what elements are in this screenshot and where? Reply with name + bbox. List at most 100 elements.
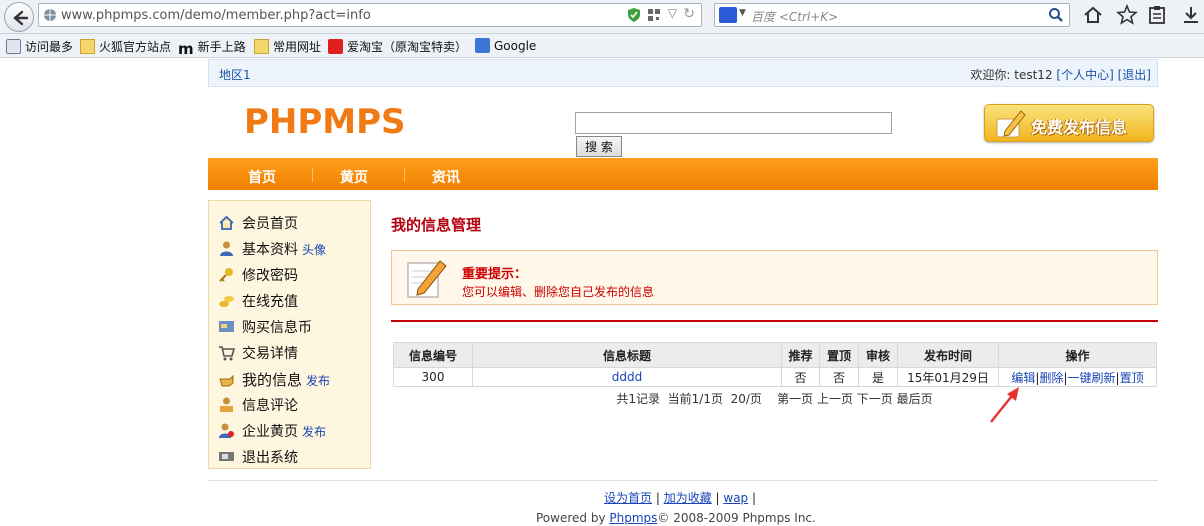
member-sidebar: 会员首页 基本资料 头像 修改密码 在线充值 购买信息币 交易详情 我的信息 发… [208, 200, 371, 469]
home-button-icon[interactable] [1082, 4, 1104, 26]
user-icon [218, 240, 235, 257]
exit-icon [218, 448, 235, 465]
company-icon [218, 422, 235, 439]
bookmark-taobao[interactable]: 爱淘宝（原淘宝特卖） [328, 38, 467, 54]
bookmark-star-icon[interactable] [1116, 4, 1138, 26]
notice-title: 重要提示： [462, 267, 528, 282]
browser-search-bar[interactable]: ▼ 百度 <Ctrl+K> [714, 3, 1070, 27]
cell-title: dddd [472, 367, 782, 387]
refresh-link[interactable]: 一键刷新 [1068, 371, 1116, 385]
publish-button-label: 免费发布信息 [1031, 118, 1128, 137]
page-title: 我的信息管理 [391, 216, 482, 234]
back-arrow-icon [13, 10, 29, 26]
col-recommend: 推荐 [781, 342, 820, 368]
home-icon [218, 214, 235, 231]
folder-icon [254, 39, 269, 54]
cart-icon [218, 344, 236, 361]
bookmark-google[interactable]: Google [475, 38, 536, 54]
personal-center-link[interactable]: [个人中心] [1056, 68, 1113, 82]
region-link[interactable]: 地区1 [219, 66, 251, 83]
edit-link[interactable]: 编辑 [1011, 371, 1035, 385]
baidu-icon[interactable] [719, 7, 737, 23]
card-icon [218, 318, 235, 335]
nav-yellow-pages[interactable]: 黄页 [340, 167, 368, 187]
globe-icon [44, 9, 56, 21]
shield-icon[interactable] [627, 7, 641, 23]
bookmarks-bar: 访问最多 火狐官方站点 m 新手上路 常用网址 爱淘宝（原淘宝特卖） Google [0, 34, 1204, 58]
sidebar-item-transactions[interactable]: 交易详情 [218, 343, 298, 365]
divider [391, 320, 1158, 322]
cell-audit: 是 [858, 367, 898, 387]
browser-navbar: www.phpmps.com/demo/member.php?act=info … [0, 0, 1204, 34]
cell-id: 300 [393, 367, 473, 387]
info-table: 信息编号 信息标题 推荐 置顶 审核 发布时间 操作 300 dddd 否 否 … [393, 342, 1157, 387]
nav-divider [404, 168, 405, 182]
m-logo-icon: m [178, 40, 194, 58]
site-search-button[interactable]: 搜 索 [576, 136, 622, 157]
set-home-link[interactable]: 设为首页 [604, 491, 652, 505]
pagination: 共1记录 当前1/1页 20/页 第一页 上一页 下一页 最后页 [616, 392, 933, 406]
nav-home[interactable]: 首页 [248, 167, 276, 187]
sidebar-item-company-pages[interactable]: 企业黄页 发布 [218, 421, 326, 443]
back-button[interactable] [4, 2, 34, 32]
sidebar-item-comments[interactable]: 信息评论 [218, 395, 298, 417]
delete-link[interactable]: 删除 [1039, 371, 1063, 385]
cell-recommend: 否 [781, 367, 820, 387]
nav-divider [312, 168, 313, 182]
logout-link[interactable]: [退出] [1118, 68, 1151, 82]
bookmark-most-visited[interactable]: 访问最多 [6, 38, 73, 54]
phpmps-link[interactable]: Phpmps [609, 511, 657, 525]
hand-icon [218, 371, 235, 388]
col-id: 信息编号 [393, 342, 473, 368]
col-title: 信息标题 [472, 342, 782, 368]
footer-divider [208, 480, 1158, 481]
bookmark-common-sites[interactable]: 常用网址 [254, 38, 321, 54]
refresh-icon[interactable]: ↻ [683, 6, 695, 22]
welcome-area: 欢迎你: test12 [个人中心] [退出] [970, 66, 1151, 83]
publish-info-link[interactable]: 发布 [306, 374, 330, 388]
bookmark-firefox-site[interactable]: 火狐官方站点 [80, 38, 171, 54]
sidebar-item-profile[interactable]: 基本资料 头像 [218, 239, 326, 261]
bookmark-beginner[interactable]: m 新手上路 [178, 38, 246, 58]
pencil-icon [996, 110, 1026, 138]
comment-icon [218, 396, 235, 413]
publish-company-link[interactable]: 发布 [302, 425, 326, 439]
clipboard-icon[interactable] [1146, 4, 1168, 26]
col-audit: 审核 [858, 342, 898, 368]
add-favorite-link[interactable]: 加为收藏 [664, 491, 712, 505]
dropdown-icon[interactable]: ▽ [668, 6, 677, 20]
site-search-input[interactable] [575, 112, 892, 134]
sidebar-item-member-home[interactable]: 会员首页 [218, 213, 298, 235]
coins-icon [218, 292, 235, 309]
notepad-pencil-icon [407, 260, 447, 298]
search-icon[interactable] [1048, 7, 1064, 23]
notice-box: 重要提示： 您可以编辑、删除您自己发布的信息 [391, 250, 1158, 305]
sidebar-item-my-info[interactable]: 我的信息 发布 [218, 369, 330, 391]
address-bar[interactable]: www.phpmps.com/demo/member.php?act=info … [38, 3, 702, 27]
engine-dropdown-icon[interactable]: ▼ [739, 8, 746, 18]
download-icon[interactable] [1180, 4, 1202, 26]
col-actions: 操作 [998, 342, 1157, 368]
address-text: www.phpmps.com/demo/member.php?act=info [61, 8, 371, 23]
sidebar-item-change-password[interactable]: 修改密码 [218, 265, 298, 287]
col-top: 置顶 [819, 342, 859, 368]
nav-news[interactable]: 资讯 [432, 167, 460, 187]
sidebar-item-buy-coins[interactable]: 购买信息币 [218, 317, 312, 339]
set-top-link[interactable]: 置顶 [1120, 371, 1144, 385]
key-icon [218, 266, 235, 283]
info-title-link[interactable]: dddd [612, 370, 642, 384]
free-publish-button[interactable]: 免费发布信息 [984, 104, 1154, 142]
sidebar-item-logout[interactable]: 退出系统 [218, 447, 298, 469]
col-time: 发布时间 [897, 342, 999, 368]
avatar-link[interactable]: 头像 [302, 243, 326, 257]
cell-top: 否 [819, 367, 859, 387]
main-nav: 首页 黄页 资讯 [208, 158, 1158, 190]
qr-code-icon[interactable] [647, 8, 661, 22]
sidebar-item-recharge[interactable]: 在线充值 [218, 291, 298, 313]
cell-time: 15年01月29日 [897, 367, 999, 387]
site-logo[interactable]: PHPMPS [244, 102, 406, 142]
google-icon [475, 38, 490, 53]
taobao-icon [328, 39, 343, 54]
wap-link[interactable]: wap [723, 491, 748, 505]
folder-icon [80, 39, 95, 54]
